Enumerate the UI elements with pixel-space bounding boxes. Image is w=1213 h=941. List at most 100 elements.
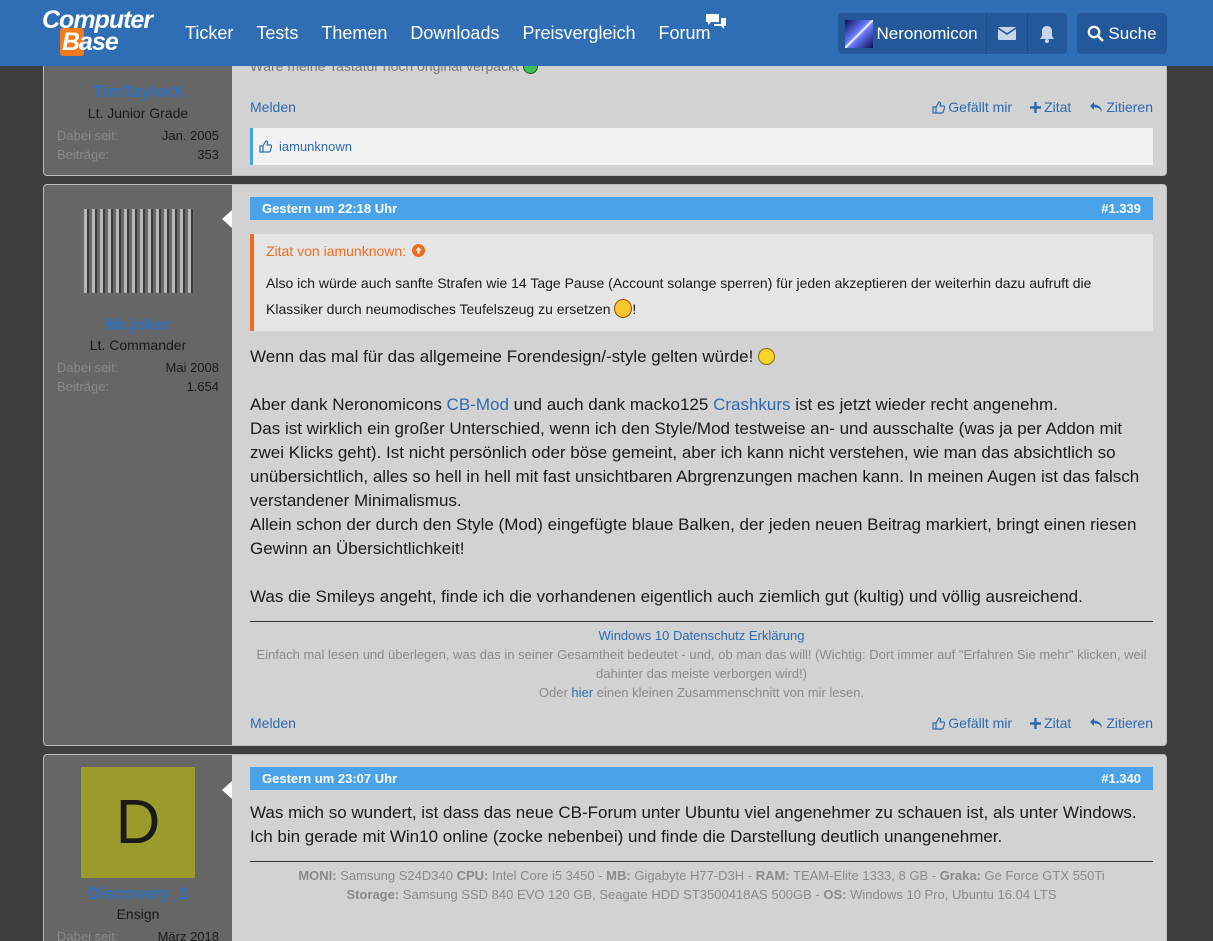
spec-key: Storage:	[346, 887, 400, 902]
spec-value: Samsung S24D340	[336, 868, 457, 883]
inbox-button[interactable]	[987, 13, 1026, 54]
cb-mod-link[interactable]: CB-Mod	[447, 395, 509, 414]
quote-header[interactable]: Zitat von iamunknown:	[266, 243, 1141, 259]
posts-label: Beiträge:	[57, 379, 110, 394]
author-since: Dabei seit: Mai 2008	[57, 360, 219, 375]
quote-body: Also ich würde auch sanfte Strafen wie 1…	[266, 275, 1092, 318]
nav-preisvergleich[interactable]: Preisvergleich	[522, 23, 635, 44]
author-name[interactable]: Mr.joker	[44, 315, 232, 335]
spec-value: TEAM-Elite 1333, 8 GB -	[789, 868, 940, 883]
post-actions: Melden Gefällt mir Zitat Zitieren	[250, 97, 1153, 117]
reply-quote-button[interactable]: Zitieren	[1089, 715, 1153, 731]
thumbs-up-icon	[932, 716, 946, 730]
like-button[interactable]: Gefällt mir	[932, 715, 1012, 731]
avatar[interactable]: D	[81, 767, 195, 878]
post-time[interactable]: Gestern um 23:07 Uhr	[262, 771, 397, 786]
plus-quote-button[interactable]: Zitat	[1030, 715, 1071, 731]
user-name[interactable]: Neronomicon	[877, 24, 987, 44]
search-button[interactable]: Suche	[1077, 13, 1167, 54]
paragraph: Wenn das mal für das allgemeine Forendes…	[250, 345, 1153, 369]
author-rank: Ensign	[116, 906, 160, 922]
top-navbar: Computer Base Ticker Tests Themen Downlo…	[0, 0, 1213, 66]
posts-value: 353	[197, 147, 219, 162]
signature-text: Einfach mal lesen und überlegen, was das…	[256, 647, 1147, 681]
paragraph: Was die Smileys angeht, finde ich die vo…	[250, 587, 1083, 606]
reply-quote-button[interactable]: Zitieren	[1089, 99, 1153, 115]
main-nav: Ticker Tests Themen Downloads Preisvergl…	[185, 0, 734, 66]
reply-quote-label: Zitieren	[1106, 99, 1153, 115]
author-since: Dabei seit: März 2018	[57, 929, 219, 941]
plus-icon	[1030, 717, 1042, 729]
devil-smiley-icon	[614, 299, 633, 318]
report-link[interactable]: Melden	[250, 715, 296, 731]
paragraph-text: Wenn das mal für das allgemeine Forendes…	[250, 347, 754, 366]
post-pointer	[222, 210, 232, 228]
search-icon	[1088, 25, 1105, 42]
post-main: Gestern um 23:07 Uhr #1.340 Was mich so …	[232, 755, 1166, 941]
like-button[interactable]: Gefällt mir	[932, 99, 1012, 115]
plus-quote-button[interactable]: Zitat	[1030, 99, 1071, 115]
spec-value: Windows 10 Pro, Ubuntu 16.04 LTS	[846, 887, 1057, 902]
since-value: März 2018	[157, 929, 219, 941]
signature-line: Oder hier einen kleinen Zusammenschnitt …	[250, 683, 1153, 702]
post-number[interactable]: #1.340	[1101, 771, 1141, 786]
thumbs-up-icon	[932, 100, 946, 114]
thumbs-up-icon	[259, 140, 272, 153]
post-actions-right: Gefällt mir Zitat Zitieren	[932, 99, 1153, 115]
nav-downloads[interactable]: Downloads	[410, 23, 499, 44]
author-name[interactable]: TimTaylorX	[44, 82, 232, 102]
report-link[interactable]: Melden	[250, 99, 296, 115]
post-header-bar: Gestern um 23:07 Uhr #1.340	[250, 767, 1153, 790]
chat-bubbles-icon[interactable]	[705, 13, 727, 31]
spec-key: MB:	[606, 868, 631, 883]
post-main: Gestern um 22:18 Uhr #1.339 Zitat von ia…	[232, 185, 1166, 745]
since-label: Dabei seit:	[57, 128, 119, 143]
spec-value: Samsung SSD 840 EVO 120 GB, Seagate HDD …	[399, 887, 824, 902]
rolleyes-smiley-icon	[758, 348, 776, 365]
since-label: Dabei seit:	[57, 929, 119, 941]
author-name[interactable]: Discovery_1	[44, 884, 232, 904]
since-label: Dabei seit:	[57, 360, 119, 375]
spec-key: Graka:	[939, 868, 981, 883]
nav-themen[interactable]: Themen	[321, 23, 387, 44]
post-pointer	[222, 781, 232, 799]
hardware-specs-line: MONI: Samsung S24D340 CPU: Intel Core i5…	[250, 866, 1153, 885]
spec-key: CPU:	[456, 868, 489, 883]
posts-label: Beiträge:	[57, 147, 110, 162]
post-content: Was mich so wundert, ist dass das neue C…	[250, 803, 1137, 846]
forum-post: Mr.joker Lt. Commander Dabei seit: Mai 20…	[43, 184, 1167, 746]
paragraph-text: Aber dank Neronomicons	[250, 395, 447, 414]
spec-value: Gigabyte H77-D3H -	[630, 868, 756, 883]
author-since: Dabei seit: Jan. 2005	[57, 128, 219, 143]
liked-by-user[interactable]: iamunknown	[279, 139, 352, 154]
author-posts: Beiträge: 353	[57, 147, 219, 162]
crashkurs-link[interactable]: Crashkurs	[713, 395, 790, 414]
quote-text: Also ich würde auch sanfte Strafen wie 1…	[266, 275, 1092, 317]
notifications-button[interactable]	[1028, 13, 1067, 54]
nav-forum[interactable]: Forum	[659, 23, 711, 44]
like-label: Gefällt mir	[948, 99, 1013, 115]
hardware-specs-line: Storage: Samsung SSD 840 EVO 120 GB, Sea…	[250, 885, 1153, 904]
signature-here-link[interactable]: hier	[571, 685, 593, 700]
computerbase-logo[interactable]: Computer Base	[42, 6, 158, 56]
envelope-icon	[998, 27, 1017, 40]
avatar[interactable]	[81, 209, 195, 293]
author-rank: Lt. Commander	[89, 337, 187, 353]
signature-link[interactable]: Windows 10 Datenschutz Erklärung	[250, 626, 1153, 645]
nav-tests[interactable]: Tests	[256, 23, 298, 44]
spec-value: Intel Core i5 3450 -	[488, 868, 607, 883]
signature-tail: einen kleinen Zusammenschnitt von mir le…	[593, 685, 865, 700]
post-number[interactable]: #1.339	[1101, 201, 1141, 216]
author-rank: Lt. Junior Grade	[87, 105, 189, 121]
post-content: Wenn das mal für das allgemeine Forendes…	[250, 345, 1153, 609]
signature: Windows 10 Datenschutz Erklärung Einfach…	[250, 621, 1153, 702]
nav-ticker[interactable]: Ticker	[185, 23, 233, 44]
plus-icon	[1030, 101, 1042, 113]
reply-icon	[1090, 102, 1103, 112]
logo-word-2: Base	[62, 28, 119, 56]
arrow-up-circle-icon	[411, 244, 425, 257]
post-time[interactable]: Gestern um 22:18 Uhr	[262, 201, 397, 216]
forum-post: D Discovery_1 Ensign Dabei seit: März 201…	[43, 754, 1167, 941]
user-avatar[interactable]	[845, 19, 873, 48]
